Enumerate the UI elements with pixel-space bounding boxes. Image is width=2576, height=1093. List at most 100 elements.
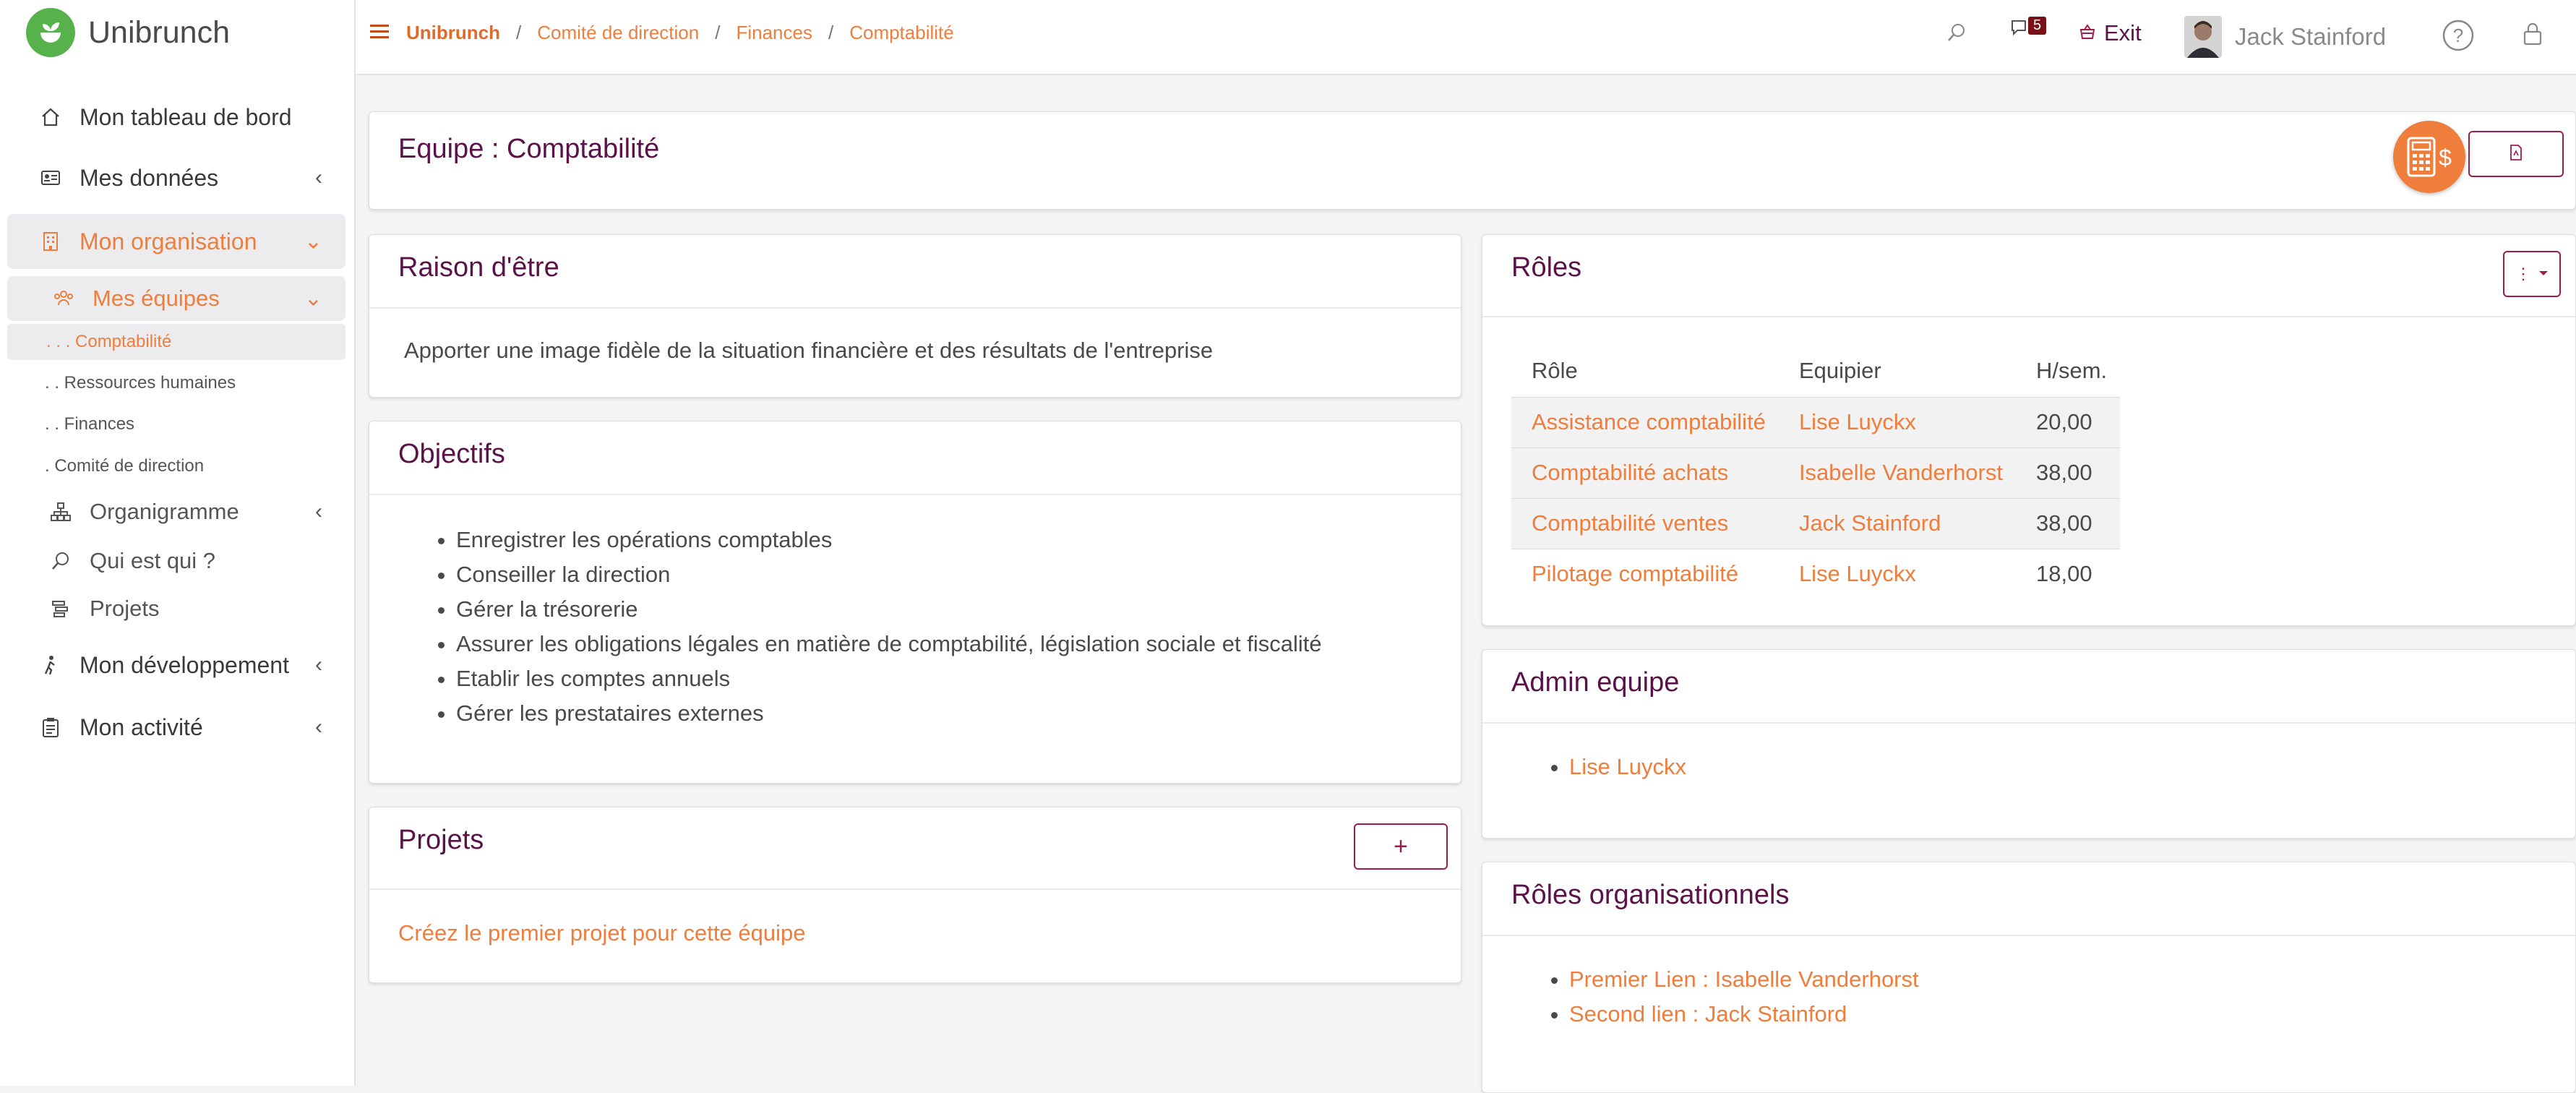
sidebar-item-label: Mon tableau de bord xyxy=(80,103,292,130)
brand-name: Unibrunch xyxy=(88,14,230,50)
sidebar-team-finances[interactable]: . . Finances xyxy=(45,414,134,434)
sidebar: Unibrunch Mon tableau de bord Mes donnée… xyxy=(0,0,356,1086)
objectifs-card: Objectifs Enregistrer les opérations com… xyxy=(369,421,1461,784)
hours-cell: 38,00 xyxy=(2015,447,2121,498)
breadcrumb-separator: / xyxy=(715,22,721,43)
column-header: H/sem. xyxy=(2035,357,2108,383)
breadcrumb-item[interactable]: Comptabilité xyxy=(849,22,954,44)
chevron-left-icon: ‹ xyxy=(315,500,322,523)
member-link[interactable]: Isabelle Vanderhorst xyxy=(1778,447,2016,498)
avatar xyxy=(2184,16,2222,58)
objectifs-list: Enregistrer les opérations comptables Co… xyxy=(427,523,1322,731)
caret-down-icon xyxy=(2538,267,2549,280)
table-row: Comptabilité ventes Jack Stainford 38,00 xyxy=(1511,497,2121,549)
add-project-button[interactable]: + xyxy=(1354,823,1448,870)
chevron-left-icon: ‹ xyxy=(315,653,322,677)
raison-text: Apporter une image fidèle de la situatio… xyxy=(404,338,1214,363)
search-icon[interactable] xyxy=(1946,22,1967,43)
member-link[interactable]: Lise Luyckx xyxy=(1778,548,2016,599)
list-item: Gérer la trésorerie xyxy=(456,592,1322,627)
team-icon xyxy=(51,286,77,312)
divider xyxy=(369,307,1461,309)
brand[interactable]: Unibrunch xyxy=(26,7,230,58)
sidebar-team-comite[interactable]: . Comité de direction xyxy=(45,456,204,476)
list-item: Gérer les prestataires externes xyxy=(456,696,1322,731)
team-header-card: Equipe : Comptabilité $ xyxy=(369,111,2576,210)
member-link[interactable]: Jack Stainford xyxy=(1778,497,2016,549)
home-icon xyxy=(38,104,64,130)
chevron-down-icon: ⌄ xyxy=(304,229,322,254)
export-pdf-button[interactable] xyxy=(2468,131,2564,177)
roles-title: Rôles xyxy=(1511,252,1582,283)
sidebar-item-projects[interactable]: Projets xyxy=(7,588,345,629)
breadcrumb-separator: / xyxy=(516,22,522,43)
list-item: Enregistrer les opérations comptables xyxy=(456,523,1322,557)
exit-icon xyxy=(2078,22,2097,45)
sidebar-item-my-data[interactable]: Mes données ‹ xyxy=(7,156,345,200)
divider xyxy=(1482,722,2575,724)
svg-text:$: $ xyxy=(2439,145,2452,171)
hours-cell: 18,00 xyxy=(2015,548,2121,599)
user-menu[interactable]: Jack Stainford xyxy=(2184,16,2386,58)
projects-icon xyxy=(48,596,74,622)
sidebar-item-my-organisation[interactable]: Mon organisation ⌄ xyxy=(7,214,345,269)
breadcrumb-item[interactable]: Comité de direction xyxy=(537,22,699,44)
hours-cell: 20,00 xyxy=(2015,396,2121,447)
exit-label: Exit xyxy=(2104,20,2142,46)
search-icon xyxy=(48,548,74,574)
sidebar-item-my-development[interactable]: Mon développement ‹ xyxy=(7,643,345,687)
org-role-link[interactable]: Premier Lien : Isabelle Vanderhorst xyxy=(1569,962,1919,997)
list-item: Etablir les comptes annuels xyxy=(456,661,1322,696)
create-first-project-link[interactable]: Créez le premier projet pour cette équip… xyxy=(398,920,805,946)
sidebar-item-my-activity[interactable]: Mon activité ‹ xyxy=(7,706,345,749)
breadcrumb-item[interactable]: Unibrunch xyxy=(406,22,500,44)
sidebar-item-my-teams[interactable]: Mes équipes ⌄ xyxy=(7,276,345,321)
notifications[interactable]: 5 xyxy=(2011,17,2047,41)
sidebar-item-label: Organigramme xyxy=(90,499,239,524)
breadcrumb-item[interactable]: Finances xyxy=(736,22,812,44)
chevron-left-icon: ‹ xyxy=(315,166,322,189)
projets-card: Projets + Créez le premier projet pour c… xyxy=(369,807,1461,983)
role-link[interactable]: Pilotage comptabilité xyxy=(1511,548,1779,599)
calculator-dollar-icon: $ xyxy=(2393,121,2465,193)
role-link[interactable]: Comptabilité achats xyxy=(1511,447,1779,498)
divider xyxy=(369,888,1461,890)
menu-toggle-icon[interactable] xyxy=(370,25,389,39)
chevron-down-icon: ⌄ xyxy=(304,286,322,311)
help-icon[interactable]: ? xyxy=(2442,19,2475,52)
member-link[interactable]: Lise Luyckx xyxy=(1778,396,2016,447)
role-link[interactable]: Comptabilité ventes xyxy=(1511,497,1779,549)
pdf-icon xyxy=(2509,144,2523,165)
divider xyxy=(369,494,1461,495)
exit-button[interactable]: Exit xyxy=(2078,20,2142,46)
sidebar-team-comptabilite[interactable]: . . . Comptabilité xyxy=(7,324,345,360)
id-card-icon xyxy=(38,165,64,191)
sidebar-item-label: Mon développement xyxy=(80,651,289,678)
lock-icon[interactable] xyxy=(2523,22,2543,46)
sidebar-item-label: Mon activité xyxy=(80,713,203,740)
admin-title: Admin equipe xyxy=(1511,667,1680,698)
hours-cell: 38,00 xyxy=(2015,497,2121,549)
sidebar-item-orgchart[interactable]: Organigramme ‹ xyxy=(7,492,345,532)
divider xyxy=(1482,935,2575,936)
kebab-icon: ⋮ xyxy=(2515,265,2531,283)
org-role-link[interactable]: Second lien : Jack Stainford xyxy=(1569,997,1919,1032)
notification-badge: 5 xyxy=(2028,17,2047,35)
org-chart-icon xyxy=(48,499,74,525)
sidebar-item-who[interactable]: Qui est qui ? xyxy=(7,541,345,581)
topbar: Unibrunch / Comité de direction / Financ… xyxy=(356,0,2576,75)
divider xyxy=(1482,316,2575,317)
roles-actions-dropdown[interactable]: ⋮ xyxy=(2503,251,2561,297)
chevron-left-icon: ‹ xyxy=(315,715,322,739)
building-icon xyxy=(38,228,64,254)
user-name: Jack Stainford xyxy=(2235,23,2387,50)
column-header: Rôle xyxy=(1532,357,1578,383)
objectifs-title: Objectifs xyxy=(398,439,505,469)
role-link[interactable]: Assistance comptabilité xyxy=(1511,396,1779,447)
sidebar-item-label: Mes données xyxy=(80,164,219,191)
sidebar-team-rh[interactable]: . . Ressources humaines xyxy=(45,373,236,393)
sidebar-item-label: Projets xyxy=(90,596,160,621)
admin-link[interactable]: Lise Luyckx xyxy=(1569,750,1686,784)
admin-card: Admin equipe Lise Luyckx xyxy=(1482,649,2576,839)
sidebar-item-dashboard[interactable]: Mon tableau de bord xyxy=(7,95,345,139)
